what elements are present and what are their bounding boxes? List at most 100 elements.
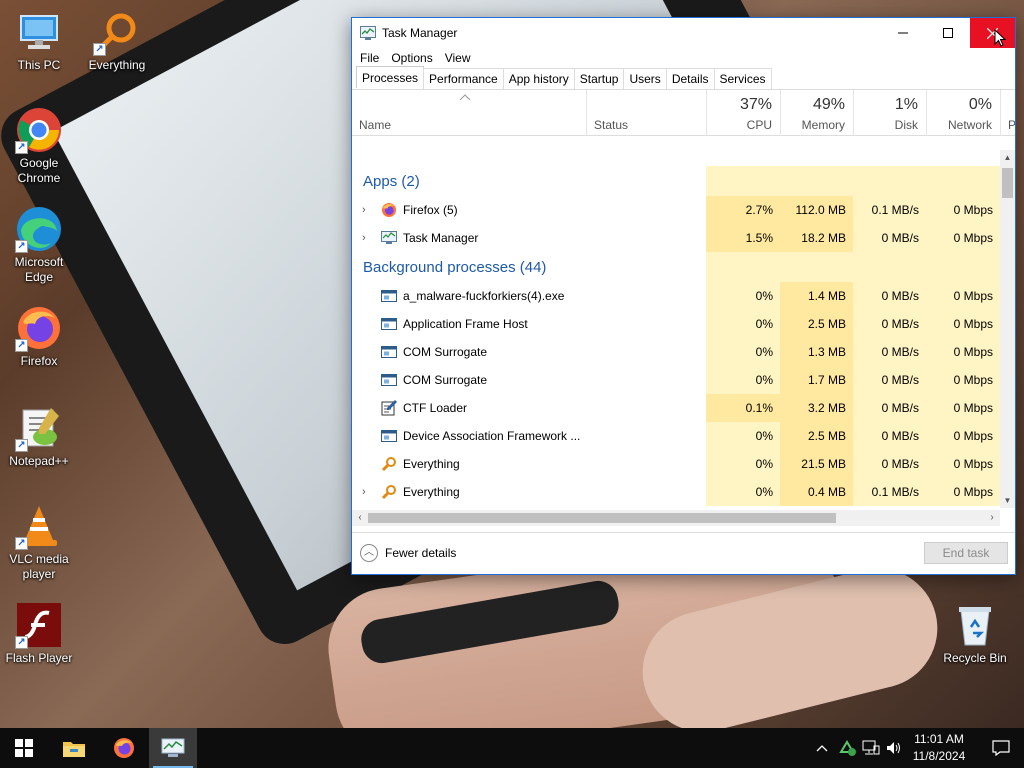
column-network[interactable]: 0% Network <box>926 90 1000 136</box>
column-cpu[interactable]: 37% CPU <box>706 90 780 136</box>
taskbar-clock[interactable]: 11:01 AM 11/8/2024 <box>904 731 974 765</box>
window-app-icon <box>381 288 397 304</box>
desktop-icon-recycle-bin[interactable]: Recycle Bin <box>937 601 1013 666</box>
maximize-icon <box>942 28 953 38</box>
desktop-icon-flash-player[interactable]: ↗ Flash Player <box>1 601 77 666</box>
vertical-scroll-thumb[interactable] <box>1002 168 1013 198</box>
window-app-icon <box>381 372 397 388</box>
process-row[interactable]: a_malware-fuckforkiers(4).exe 0% 1.4 MB 0 M… <box>352 282 1000 310</box>
menu-view[interactable]: View <box>439 51 477 65</box>
process-row[interactable]: › Task Manager 1.5% 18.2 MB 0 MB/s 0 Mbps <box>352 224 1000 252</box>
process-row[interactable]: › Everything 0% 0.4 MB 0.1 MB/s 0 Mbps <box>352 478 1000 506</box>
scroll-left-icon[interactable]: ‹ <box>352 510 368 526</box>
volume-tray-button[interactable] <box>884 728 904 768</box>
taskbar-firefox[interactable] <box>100 728 148 768</box>
scroll-up-icon[interactable]: ▲ <box>1000 150 1015 165</box>
title-bar[interactable]: Task Manager <box>352 18 1015 48</box>
desktop-icon-microsoft-edge[interactable]: ↗ Microsoft Edge <box>1 205 77 285</box>
desktop-icon-label: Firefox <box>20 354 58 368</box>
horizontal-scrollbar[interactable]: ‹ › <box>352 510 1000 526</box>
network-icon <box>862 740 880 755</box>
expand-chevron-icon[interactable]: › <box>362 232 370 244</box>
maximize-button[interactable] <box>925 18 970 48</box>
window-title: Task Manager <box>382 26 458 40</box>
process-row[interactable]: › Firefox (5) 2.7% 112.0 MB 0.1 MB/s 0 Mbps <box>352 196 1000 224</box>
scroll-down-icon[interactable]: ▼ <box>1000 493 1015 508</box>
process-name: Application Frame Host <box>403 317 528 331</box>
tab-performance[interactable]: Performance <box>423 68 504 89</box>
desktop-icon-google-chrome[interactable]: ↗ Google Chrome <box>1 106 77 186</box>
process-disk: 0 MB/s <box>853 422 926 450</box>
end-task-button[interactable]: End task <box>924 542 1008 564</box>
column-memory[interactable]: 49% Memory <box>780 90 853 136</box>
menu-file[interactable]: File <box>354 51 385 65</box>
scroll-right-icon[interactable]: › <box>984 510 1000 526</box>
process-network: 0 Mbps <box>926 366 1000 394</box>
process-list[interactable]: Apps (2) › Firefox (5) 2.7% 112.0 MB 0.1 MB/… <box>352 166 1000 506</box>
ctf-loader-icon <box>381 400 397 416</box>
fewer-details-button[interactable]: ︿ Fewer details <box>360 544 456 562</box>
sort-up-icon <box>460 94 470 100</box>
tab-processes[interactable]: Processes <box>356 66 425 88</box>
expand-chevron-icon[interactable]: › <box>362 204 370 216</box>
process-disk: 0 MB/s <box>853 338 926 366</box>
tab-startup[interactable]: Startup <box>573 68 625 89</box>
action-center-button[interactable] <box>978 728 1024 768</box>
group-header-apps[interactable]: Apps (2) <box>352 166 1000 196</box>
process-disk: 0 MB/s <box>853 310 926 338</box>
column-status[interactable]: Status <box>586 90 706 136</box>
window-app-icon <box>381 344 397 360</box>
taskbar-task-manager[interactable] <box>149 728 197 768</box>
process-row[interactable]: Device Association Framework ... 0% 2.5 MB… <box>352 422 1000 450</box>
network-tray-button[interactable] <box>860 728 882 768</box>
task-manager-window[interactable]: Task Manager File Options View Processes… <box>351 17 1016 575</box>
shortcut-arrow-icon: ↗ <box>15 439 28 452</box>
desktop-icon-vlc-media-player[interactable]: ↗ VLC media player <box>1 502 77 582</box>
tray-app-icon[interactable] <box>836 728 858 768</box>
desktop-icon-label: Notepad++ <box>9 454 69 468</box>
process-network: 0 Mbps <box>926 450 1000 478</box>
process-cpu: 0% <box>706 422 780 450</box>
desktop-icon-firefox[interactable]: ↗ Firefox <box>1 304 77 369</box>
desktop-icon-this-pc[interactable]: This PC <box>1 8 77 73</box>
process-memory: 2.5 MB <box>780 310 853 338</box>
process-disk: 0 MB/s <box>853 282 926 310</box>
process-memory: 18.2 MB <box>780 224 853 252</box>
expand-chevron-icon[interactable]: › <box>362 486 370 498</box>
tab-details[interactable]: Details <box>665 68 715 89</box>
menu-options[interactable]: Options <box>385 51 438 65</box>
process-row[interactable]: CTF Loader 0.1% 3.2 MB 0 MB/s 0 Mbps <box>352 394 1000 422</box>
process-row[interactable]: COM Surrogate 0% 1.7 MB 0 MB/s 0 Mbps <box>352 366 1000 394</box>
close-button[interactable] <box>970 18 1015 48</box>
process-network: 0 Mbps <box>926 196 1000 224</box>
process-disk: 0 MB/s <box>853 366 926 394</box>
column-disk[interactable]: 1% Disk <box>853 90 926 136</box>
column-name[interactable]: Name <box>352 90 586 136</box>
edge-icon: ↗ <box>15 205 63 253</box>
process-row[interactable]: Everything 0% 21.5 MB 0 MB/s 0 Mbps <box>352 450 1000 478</box>
process-memory: 1.4 MB <box>780 282 853 310</box>
firefox-icon <box>381 202 397 218</box>
vertical-scrollbar[interactable]: ▲ ▼ <box>1000 150 1015 508</box>
clock-date: 11/8/2024 <box>912 749 966 763</box>
computer-icon <box>15 8 63 56</box>
recycle-bin-icon <box>951 601 999 649</box>
taskbar-file-explorer[interactable] <box>50 728 98 768</box>
show-hidden-icons-button[interactable] <box>812 728 832 768</box>
process-memory: 0.4 MB <box>780 478 853 506</box>
column-power-truncated[interactable]: P <box>1000 90 1015 136</box>
desktop-icon-everything[interactable]: ↗ Everything <box>79 8 155 73</box>
horizontal-scroll-thumb[interactable] <box>368 513 836 523</box>
tab-services[interactable]: Services <box>713 68 772 89</box>
process-cpu: 0% <box>706 366 780 394</box>
process-row[interactable]: Application Frame Host 0% 2.5 MB 0 MB/s 0 Mb… <box>352 310 1000 338</box>
minimize-button[interactable] <box>880 18 925 48</box>
flash-player-icon: ↗ <box>15 601 63 649</box>
group-header-background[interactable]: Background processes (44) <box>352 252 1000 282</box>
tab-app-history[interactable]: App history <box>502 68 575 89</box>
desktop-icon-notepad-plus-plus[interactable]: ↗ Notepad++ <box>1 404 77 469</box>
tab-users[interactable]: Users <box>623 68 667 89</box>
start-button[interactable] <box>0 728 48 768</box>
process-name: Firefox (5) <box>403 203 458 217</box>
process-row[interactable]: COM Surrogate 0% 1.3 MB 0 MB/s 0 Mbps <box>352 338 1000 366</box>
